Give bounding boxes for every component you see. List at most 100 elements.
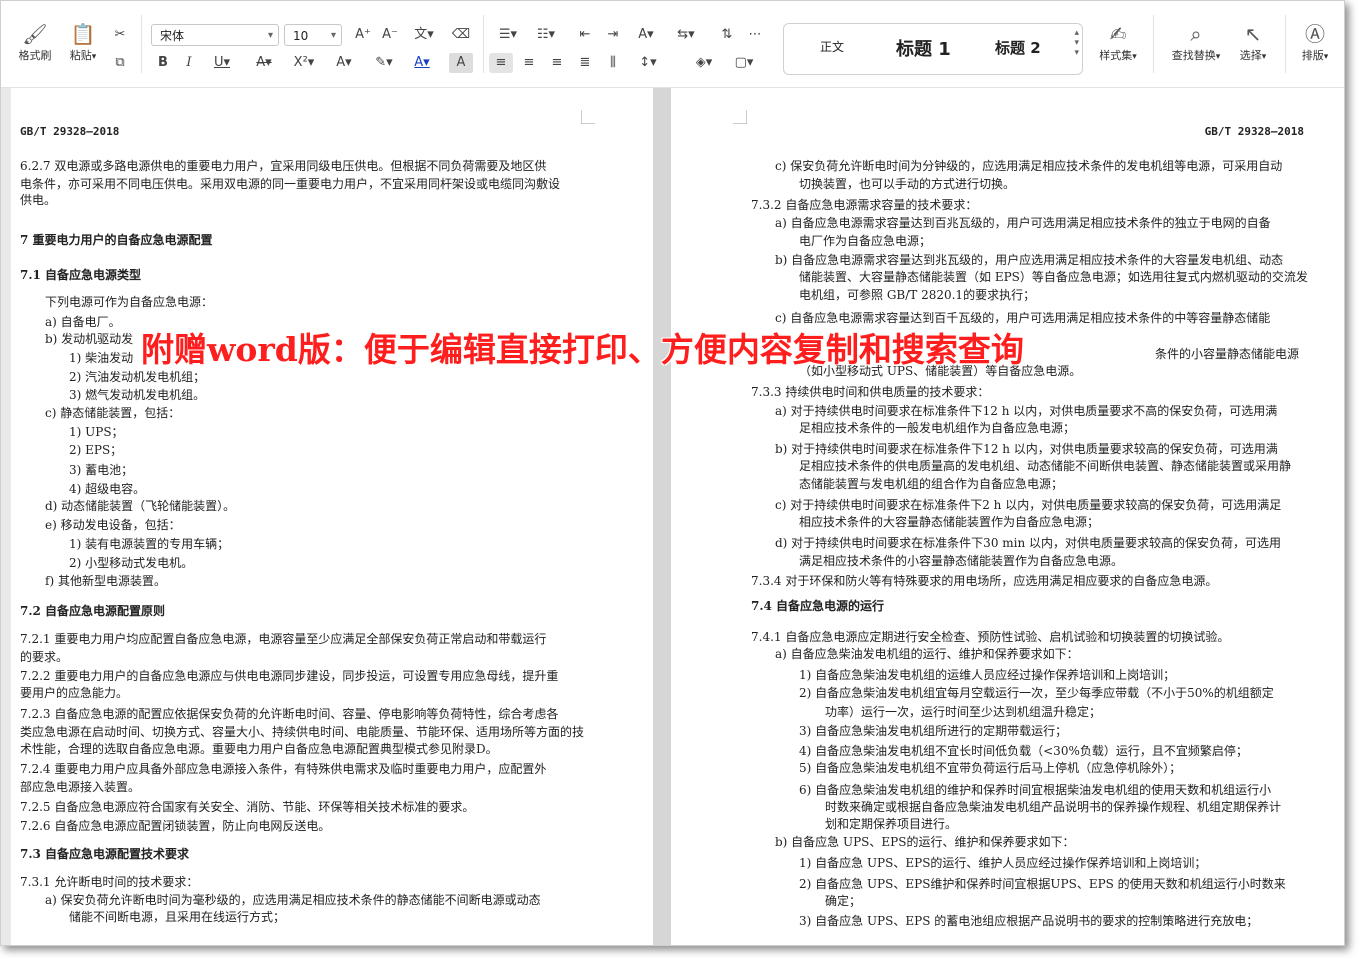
text-line: a) 自备应急电源需求容量达到百兆瓦级的，用户可选用满足相应技术条件的独立于电网… <box>775 216 1271 230</box>
superscript-icon[interactable]: X²▾ <box>289 53 319 73</box>
document-page-right[interactable]: GB/T 29328—2018 c) 保安负荷允许断电时间为分钟级的，应选用满足… <box>671 88 1344 945</box>
layout-button[interactable]: Ⓐ 排版▾ <box>1293 21 1337 63</box>
line-break-icon[interactable]: ⇆▾ <box>671 25 701 45</box>
text-line: 7.3.2 自备应急电源需求容量的技术要求： <box>751 198 978 212</box>
text-line: 2) 自备应急柴油发电机组宜每月空载运行一次，至少每季应带载（不小于50%的机组… <box>799 686 1274 700</box>
text-line: 7.2.4 重要电力用户应具备外部应急电源接入条件，有特殊供电需求及临时重要电力… <box>20 762 547 776</box>
document-page-left[interactable]: GB/T 29328—2018 6.2.7 双电源或多路电源供电的重要电力用户，… <box>11 88 653 945</box>
line-spacing-icon[interactable]: ↕▾ <box>633 53 663 73</box>
text-line: 6.2.7 双电源或多路电源供电的重要电力用户，宜采用同级电压供电。但根据不同负… <box>20 159 547 173</box>
text-line: c) 静态储能装置，包括： <box>45 406 181 420</box>
divider <box>1153 15 1154 73</box>
text-line: 2) 小型移动式发电机。 <box>69 556 194 570</box>
phonetic-guide-icon[interactable]: 文▾ <box>407 25 441 45</box>
cut-icon[interactable]: ✂ <box>108 25 132 45</box>
bold-icon[interactable]: B <box>151 53 175 73</box>
numbered-list-icon[interactable]: ☷▾ <box>531 25 561 45</box>
text-line: 足相应技术条件的供电质量高的发电机组、动态储能不间断供电装置、静态储能装置或采用… <box>799 459 1292 473</box>
style-heading1[interactable]: 标题 1 <box>896 35 951 61</box>
align-right-icon[interactable]: ≡ <box>545 53 569 73</box>
document-area[interactable]: GB/T 29328—2018 6.2.7 双电源或多路电源供电的重要电力用户，… <box>1 88 1344 945</box>
sort-icon[interactable]: ⇅ <box>715 25 739 45</box>
highlight-icon[interactable]: ✎▾ <box>369 53 399 73</box>
divider <box>141 15 142 73</box>
decrease-indent-icon[interactable]: ⇤ <box>573 25 597 45</box>
text-line: 部应急电源接入装置。 <box>20 780 141 794</box>
text-line: 电条件，亦可采用不同电压供电。采用双电源的同一重要电力用户，不宜采用同杆架设或电… <box>20 177 561 191</box>
grow-font-icon[interactable]: A⁺ <box>351 25 375 45</box>
increase-indent-icon[interactable]: ⇥ <box>601 25 625 45</box>
text-direction-icon[interactable]: A▾ <box>631 25 661 45</box>
section-heading: 7.3 自备应急电源配置技术要求 <box>20 847 190 861</box>
text-line: 类应急电源在启动时间、切换方式、容量大小、持续供电时间、电能质量、节能环保、适用… <box>20 725 585 739</box>
section-heading: 7.1 自备应急电源类型 <box>20 268 142 282</box>
chevron-down-icon: ▾ <box>267 30 273 41</box>
text-line: e) 移动发电设备，包括： <box>45 518 181 532</box>
strikethrough-icon[interactable]: A▾ <box>249 53 279 73</box>
text-line: 2) 自备应急 UPS、EPS维护和保养时间宜根据UPS、EPS 的使用天数和机… <box>799 877 1286 891</box>
text-line: 储能装置、大容量静态储能装置（如 EPS）等自备应急电源；如选用往复式内燃机驱动… <box>799 270 1308 284</box>
text-line: f) 其他新型电源装置。 <box>45 574 166 588</box>
cursor-icon: ↖ <box>1244 22 1262 46</box>
text-line: d) 动态储能装置（飞轮储能装置）。 <box>45 499 236 513</box>
char-shading-icon[interactable]: A <box>449 53 473 73</box>
clipboard-icon: 📋 <box>70 22 96 46</box>
text-line: 7.2.5 自备应急电源应符合国家有关安全、消防、节能、环保等相关技术标准的要求… <box>20 800 475 814</box>
text-line: b) 自备应急电源需求容量达到兆瓦级的，用户应选用满足相应技术条件的大容量发电机… <box>775 253 1284 267</box>
promo-watermark: 附赠word版：便于编辑直接打印、方便内容复制和搜索查询 <box>141 330 1024 369</box>
paste-button[interactable]: 📋 粘贴▾ <box>61 21 105 63</box>
justify-icon[interactable]: ≣ <box>573 53 597 73</box>
text-effect-icon[interactable]: A▾ <box>329 53 359 73</box>
format-painter-button[interactable]: 🖌 格式刷 <box>13 21 57 63</box>
font-size-select[interactable]: 10 ▾ <box>284 24 342 46</box>
text-line: 1) 装有电源装置的专用车辆； <box>69 537 230 551</box>
clear-format-icon[interactable]: ⌫ <box>449 25 473 45</box>
style-set-button[interactable]: ✍ 样式集▾ <box>1091 21 1145 63</box>
font-color-icon[interactable]: A▾ <box>407 53 437 73</box>
search-icon: ⌕ <box>1190 22 1202 46</box>
border-icon[interactable]: ▢▾ <box>729 53 759 73</box>
italic-icon[interactable]: I <box>177 53 201 73</box>
crop-mark <box>733 110 747 124</box>
distributed-align-icon[interactable]: ⫼ <box>601 53 625 73</box>
text-line: 6) 自备应急柴油发电机组的维护和保养时间宜根据柴油发电机组的使用天数和机组运行… <box>799 783 1272 797</box>
text-line: 功率）运行一次，运行时间至少达到机组温升稳定； <box>825 705 1102 719</box>
text-line: d) 对于持续供电时间要求在标准条件下30 min 以内，对供电质量要求较高的保… <box>775 536 1282 550</box>
text-line: 1) 柴油发动 <box>69 351 134 365</box>
text-line: 相应技术条件的大容量静态储能装置作为自备应急电源； <box>799 515 1100 529</box>
text-line: 7.3.3 持续供电时间和供电质量的技术要求： <box>751 385 990 399</box>
shrink-font-icon[interactable]: A⁻ <box>378 25 402 45</box>
style-gallery: 正文 标题 1 标题 2 ▴ ▾ ▾ <box>783 23 1083 75</box>
align-center-icon[interactable]: ≡ <box>517 53 541 73</box>
gallery-scroll-icon[interactable]: ▴ ▾ ▾ <box>1074 28 1079 58</box>
text-line: 电机组，可参照 GB/T 2820.1的要求执行； <box>799 288 1036 302</box>
style-heading2[interactable]: 标题 2 <box>995 37 1041 58</box>
text-line: a) 自备电厂。 <box>45 315 121 329</box>
text-line: 3) 自备应急柴油发电机组所进行的定期带载运行； <box>799 724 1068 738</box>
align-left-icon[interactable]: ≡ <box>489 53 513 73</box>
copy-icon[interactable]: ⧉ <box>108 53 132 73</box>
layout-icon: Ⓐ <box>1305 22 1325 46</box>
show-marks-icon[interactable]: ⋯ <box>743 25 767 45</box>
bullet-list-icon[interactable]: ☰▾ <box>493 25 523 45</box>
text-line: 7.2.6 自备应急电源应配置闭锁装置，防止向电网反送电。 <box>20 819 331 833</box>
format-painter-icon: 🖌 <box>22 22 48 46</box>
text-line: 的要求。 <box>20 650 69 664</box>
text-line: 电厂作为自备应急电源； <box>799 234 932 248</box>
text-line: 术性能，合理的选取自备应急电源。重要电力用户自备应急电源配置典型模式参见附录D。 <box>20 742 498 756</box>
font-name-select[interactable]: 宋体 ▾ <box>151 24 279 46</box>
divider <box>483 15 484 73</box>
style-normal[interactable]: 正文 <box>820 38 844 55</box>
text-line: a) 保安负荷允许断电时间为毫秒级的，应选用满足相应技术条件的静态储能不间断电源… <box>45 893 541 907</box>
shading-icon[interactable]: ◈▾ <box>689 53 719 73</box>
text-line: 切换装置，也可以手动的方式进行切换。 <box>799 177 1016 191</box>
select-button[interactable]: ↖ 选择▾ <box>1231 21 1275 63</box>
text-line: 3) 自备应急 UPS、EPS 的蓄电池组应根据产品说明书的要求的控制策略进行充… <box>799 914 1259 928</box>
find-replace-button[interactable]: ⌕ 查找替换▾ <box>1163 21 1229 63</box>
divider <box>1285 15 1286 73</box>
text-line: 7.2.1 重要电力用户均应配置自备应急电源，电源容量至少应满足全部保安负荷正常… <box>20 632 547 646</box>
text-line: 3) 蓄电池； <box>69 463 134 477</box>
text-line: b) 自备应急 UPS、EPS的运行、维护和保养要求如下： <box>775 835 1075 849</box>
text-line: 7.3.1 允许断电时间的技术要求： <box>20 875 199 889</box>
underline-icon[interactable]: U▾ <box>207 53 237 73</box>
